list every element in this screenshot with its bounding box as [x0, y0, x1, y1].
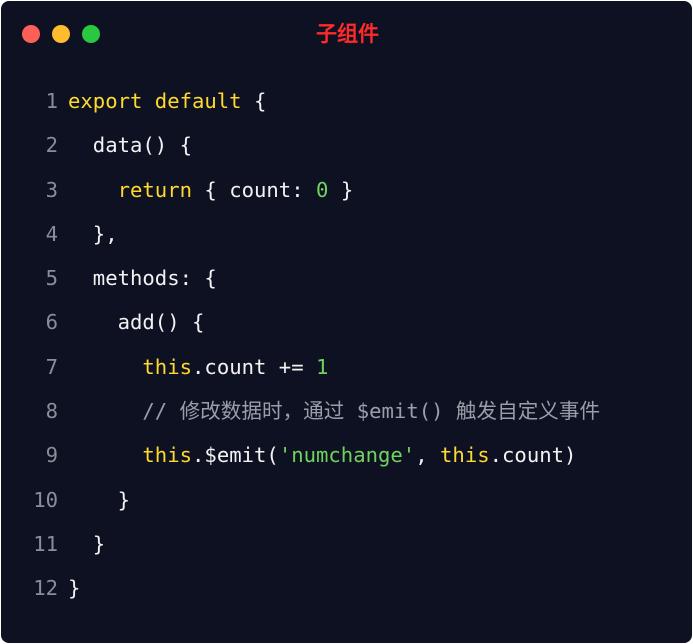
code-text: },: [68, 212, 118, 256]
line-number: 6: [45, 310, 58, 335]
code-token-string: 'numchange': [278, 443, 416, 468]
code-line: 11 }: [1, 522, 692, 566]
code-line: 4 },: [1, 212, 692, 256]
code-token-keyword: return: [117, 177, 193, 202]
code-text: return { count: 0 }: [68, 168, 354, 212]
code-token-keyword: this: [440, 443, 490, 468]
window-title: 子组件: [316, 22, 379, 46]
line-number: 12: [33, 576, 58, 601]
code-text: this.count += 1: [68, 345, 328, 389]
code-text: export default {: [68, 79, 266, 123]
code-token-comment: // 修改数据时，通过 $emit() 触发自定义事件: [68, 399, 601, 424]
line-number: 11: [33, 531, 58, 556]
code-line: 5 methods: {: [1, 256, 692, 300]
line-number: 8: [45, 399, 58, 424]
line-number: 5: [45, 266, 58, 291]
code-token-plain: }: [68, 576, 81, 601]
code-token-plain: methods: {: [68, 266, 217, 291]
code-token-number: 0: [316, 177, 329, 202]
code-token-plain: { count:: [192, 177, 317, 202]
code-token-plain: data() {: [68, 133, 192, 158]
code-token-keyword: this: [142, 354, 193, 379]
code-token-plain: }: [68, 487, 130, 512]
code-text: this.$emit('numchange', this.count): [68, 433, 576, 477]
code-line: 6 add() {: [1, 300, 692, 344]
line-number: 9: [45, 443, 58, 468]
code-line: 12}: [1, 566, 692, 610]
code-window: 子组件 1 export default {2 data() {3 return …: [1, 1, 692, 643]
line-number: 10: [33, 487, 58, 512]
code-token-plain: .count): [489, 443, 577, 468]
code-line: 3 return { count: 0 }: [1, 168, 692, 212]
code-token-plain: .count +=: [192, 354, 317, 379]
code-token-plain: },: [68, 221, 118, 246]
code-text: data() {: [68, 123, 192, 167]
code-token-plain: }: [328, 177, 354, 202]
code-line: 10 }: [1, 478, 692, 522]
line-number: 7: [45, 354, 58, 379]
code-text: // 修改数据时，通过 $emit() 触发自定义事件: [68, 389, 600, 433]
code-token-plain: ,: [415, 443, 441, 468]
code-text: }: [68, 478, 130, 522]
line-number: 1: [45, 89, 58, 113]
code-line: 9 this.$emit('numchange', this.count): [1, 433, 692, 477]
code-token-plain: .$emit(: [192, 443, 279, 468]
code-block: 1 export default {2 data() {3 return { co…: [1, 79, 692, 611]
code-text: }: [68, 566, 80, 610]
title-bar: 子组件: [1, 1, 692, 65]
code-line: 8 // 修改数据时，通过 $emit() 触发自定义事件: [1, 389, 692, 433]
line-number: 4: [45, 221, 58, 246]
line-number: 2: [45, 133, 58, 158]
code-token-keyword: export default: [68, 89, 242, 113]
code-text: }: [68, 522, 105, 566]
line-number: 3: [45, 177, 58, 202]
code-token-keyword: this: [142, 443, 193, 468]
code-token-plain: add() {: [68, 310, 205, 335]
code-text: add() {: [68, 300, 205, 344]
code-token-plain: {: [241, 89, 267, 113]
code-token-number: 1: [316, 354, 329, 379]
code-line: 7 this.count += 1: [1, 345, 692, 389]
code-text: methods: {: [68, 256, 217, 300]
code-line: 1 export default {: [1, 79, 692, 123]
code-token-plain: }: [68, 531, 106, 556]
code-line: 2 data() {: [1, 123, 692, 167]
